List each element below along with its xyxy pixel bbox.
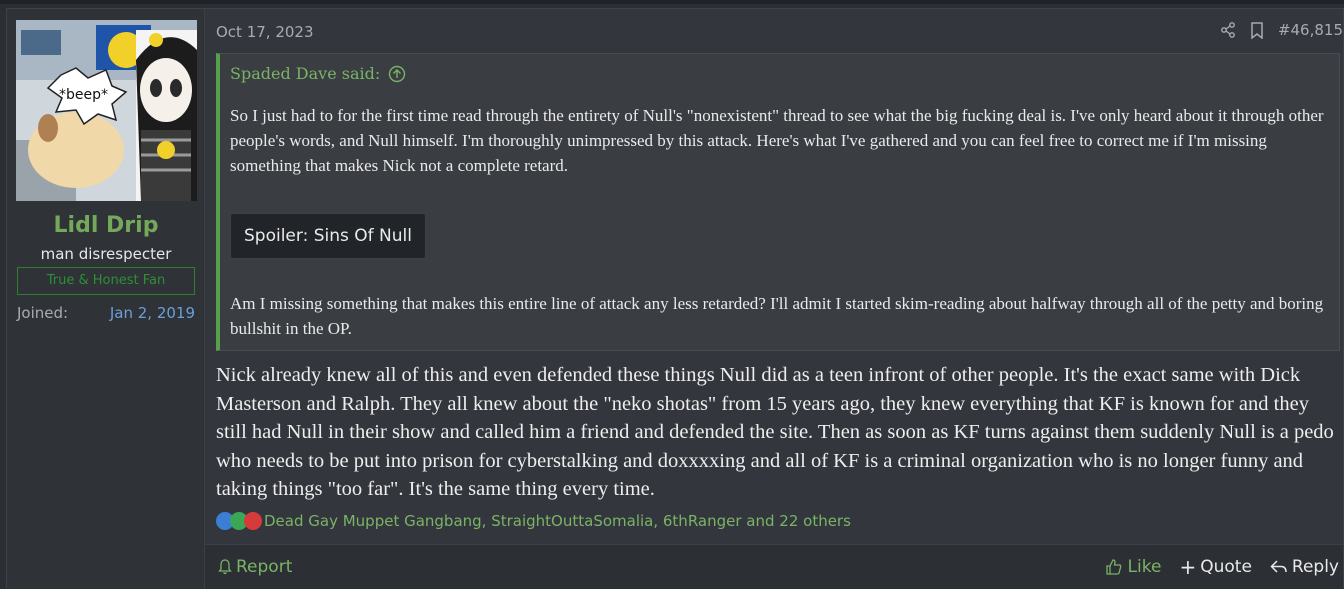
bell-icon <box>218 559 232 575</box>
share-icon[interactable] <box>1220 22 1236 38</box>
reply-label: Reply <box>1291 557 1339 577</box>
like-button[interactable]: Like <box>1105 557 1162 577</box>
heart-icon <box>244 512 262 530</box>
report-label: Report <box>236 557 293 577</box>
report-button[interactable]: Report <box>218 557 292 577</box>
reply-icon <box>1270 560 1287 573</box>
joined-label: Joined: <box>17 304 69 322</box>
quote-tail: Am I missing something that makes this e… <box>230 294 1324 338</box>
footer-actions: Like + Quote Reply <box>1105 557 1339 577</box>
quote-author[interactable]: Spaded Dave said: <box>230 64 380 83</box>
arrow-up-circle-icon[interactable] <box>388 65 406 83</box>
post-message: Nick already knew all of this and even d… <box>216 364 1334 501</box>
reactions-bar[interactable]: Dead Gay Muppet Gangbang, StraightOuttaS… <box>216 512 851 530</box>
user-title: man disrespecter <box>40 245 172 263</box>
joined-date: Jan 2, 2019 <box>109 304 195 322</box>
plus-icon: + <box>1179 555 1197 579</box>
svg-text:*beep*: *beep* <box>59 87 108 103</box>
post-footer: Report Like + Quote Reply <box>205 544 1343 589</box>
reaction-icons <box>216 512 262 530</box>
spoiler-button[interactable]: Spoiler: Sins Of Null <box>230 213 426 259</box>
user-info-panel: *beep* Lidl Drip man disrespecter True &… <box>7 9 205 589</box>
thumbs-up-outline-icon <box>1105 559 1121 575</box>
quote-label: Quote <box>1200 557 1252 577</box>
like-label: Like <box>1127 557 1162 577</box>
post-date[interactable]: Oct 17, 2023 <box>216 23 314 41</box>
quote-button[interactable]: + Quote <box>1179 557 1251 577</box>
top-bar <box>0 0 1344 4</box>
bookmark-icon[interactable] <box>1250 21 1264 39</box>
user-banner: True & Honest Fan <box>17 267 195 295</box>
quote-attribution[interactable]: Spaded Dave said: <box>230 64 406 83</box>
post-main: Oct 17, 2023 #46,815 Spaded Dave said: S… <box>205 9 1343 589</box>
avatar[interactable]: *beep* <box>16 20 197 201</box>
quote-block: Spaded Dave said: So I just had to for t… <box>216 53 1340 351</box>
forum-post: *beep* Lidl Drip man disrespecter True &… <box>6 8 1344 589</box>
reply-button[interactable]: Reply <box>1270 557 1339 577</box>
avatar-image: *beep* <box>16 20 197 201</box>
reaction-users[interactable]: Dead Gay Muppet Gangbang, StraightOuttaS… <box>264 512 851 530</box>
username[interactable]: Lidl Drip <box>7 213 205 238</box>
quote-body: So I just had to for the first time read… <box>230 106 1324 175</box>
post-actions: #46,815 <box>1220 21 1343 39</box>
post-number[interactable]: #46,815 <box>1278 21 1343 39</box>
